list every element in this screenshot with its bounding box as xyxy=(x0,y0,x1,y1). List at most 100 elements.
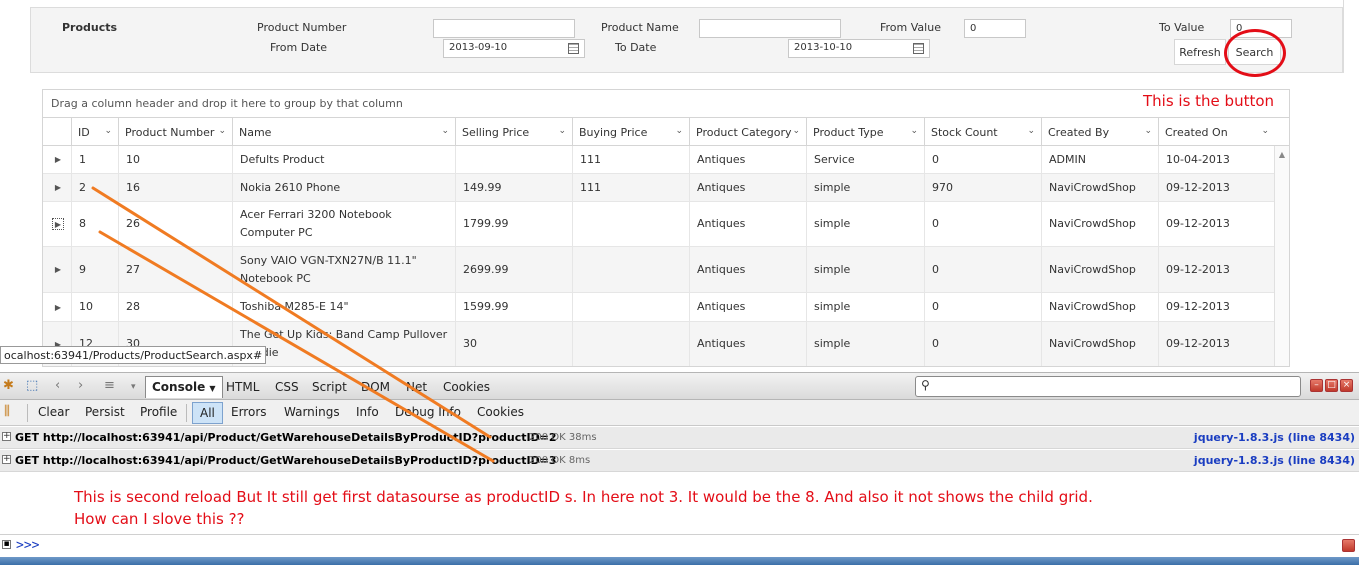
chevron-down-icon[interactable]: ⌄ xyxy=(675,126,683,136)
calendar-icon[interactable] xyxy=(913,43,924,54)
column-header-product-category[interactable]: Product Category ⌄ xyxy=(689,118,806,146)
refresh-button[interactable]: Refresh xyxy=(1174,39,1226,65)
profile-button[interactable]: Profile xyxy=(140,405,177,419)
grid-scrollbar[interactable]: ▲ xyxy=(1274,146,1289,366)
tab-css[interactable]: CSS xyxy=(275,380,299,394)
source-link[interactable]: jquery-1.8.3.js (line 8434) xyxy=(1194,454,1355,467)
chevron-down-icon[interactable]: ⌄ xyxy=(792,126,800,136)
expand-row-icon[interactable]: ▶ xyxy=(53,247,63,292)
cell-text: 0 xyxy=(932,300,939,313)
product-name-input[interactable] xyxy=(699,19,841,38)
column-header-product-number[interactable]: Product Number ⌄ xyxy=(118,118,232,146)
chevron-down-icon[interactable]: ⌄ xyxy=(104,126,112,136)
cell-product-type: simple xyxy=(806,174,924,201)
column-header-label: Product Type xyxy=(813,126,884,139)
table-row[interactable]: ▶ 8 26 Acer Ferrari 3200 Notebook Computer … xyxy=(43,202,1275,247)
cell-name: Defults Product xyxy=(232,146,455,173)
console-options-icon[interactable]: ⫼ xyxy=(4,404,10,419)
filter-debug-info[interactable]: Debug Info xyxy=(395,405,461,419)
cell-text: Antiques xyxy=(697,300,746,313)
filter-cookies[interactable]: Cookies xyxy=(477,405,524,419)
annotation-line-2: How can I slove this ?? xyxy=(74,510,245,528)
column-header-created-by[interactable]: Created By ⌄ xyxy=(1041,118,1158,146)
cell-text: 0 xyxy=(932,337,939,350)
back-icon[interactable]: ‹ xyxy=(55,378,60,393)
forward-icon[interactable]: › xyxy=(78,378,83,393)
chevron-down-icon[interactable]: ⌄ xyxy=(1144,126,1152,136)
from-value-input[interactable] xyxy=(964,19,1026,38)
expand-icon[interactable]: + xyxy=(2,455,11,464)
group-drop-area[interactable]: Drag a column header and drop it here to… xyxy=(43,90,1289,118)
column-header-created-on[interactable]: Created On ⌄ xyxy=(1158,118,1275,146)
firebug-icon[interactable]: ✱ xyxy=(3,378,14,393)
close-icon[interactable] xyxy=(1342,539,1355,552)
persist-button[interactable]: Persist xyxy=(85,405,125,419)
request-url[interactable]: GET http://localhost:63941/api/Product/G… xyxy=(15,454,557,467)
dropdown-icon[interactable]: ▾ xyxy=(131,382,136,392)
detach-icon[interactable]: □ xyxy=(1325,379,1338,392)
console-log-row[interactable]: + GET http://localhost:63941/api/Product/… xyxy=(0,450,1359,472)
table-row[interactable]: ▶ 1 10 Defults Product 111 Antiques Service 0 AD… xyxy=(43,146,1275,174)
tab-net[interactable]: Net xyxy=(406,380,427,394)
from-date-picker[interactable]: 2013-09-10 xyxy=(443,39,585,58)
chevron-down-icon[interactable]: ⌄ xyxy=(1027,126,1035,136)
command-line[interactable]: ▪ >>> xyxy=(0,534,1359,556)
clear-button[interactable]: Clear xyxy=(38,405,69,419)
expand-row-icon[interactable]: ▶ xyxy=(52,218,64,230)
chevron-down-icon[interactable]: ⌄ xyxy=(441,126,449,136)
column-header-product-type[interactable]: Product Type ⌄ xyxy=(806,118,924,146)
cell-stock-count: 0 xyxy=(924,202,1041,246)
cell-selling-price: 30 xyxy=(455,322,572,366)
table-row[interactable]: ▶ 9 27 Sony VAIO VGN-TXN27N/B 11.1" Noteboo… xyxy=(43,247,1275,293)
cell-created-on: 09-12-2013 xyxy=(1158,247,1275,292)
cell-stock-count: 0 xyxy=(924,293,1041,321)
tab-script[interactable]: Script xyxy=(312,380,347,394)
minimize-icon[interactable]: – xyxy=(1310,379,1323,392)
toolbar-divider xyxy=(27,404,28,422)
expand-row-icon[interactable]: ▶ xyxy=(53,293,63,321)
chevron-down-icon[interactable]: ⌄ xyxy=(218,126,226,136)
tab-dom[interactable]: DOM xyxy=(361,380,390,394)
column-header-name[interactable]: Name ⌄ xyxy=(232,118,455,146)
column-header-id[interactable]: ID ⌄ xyxy=(71,118,118,146)
source-link[interactable]: jquery-1.8.3.js (line 8434) xyxy=(1194,431,1355,444)
tab-html[interactable]: HTML xyxy=(226,380,259,394)
chevron-down-icon[interactable]: ⌄ xyxy=(1261,126,1269,136)
console-log-row[interactable]: + GET http://localhost:63941/api/Product/… xyxy=(0,427,1359,449)
product-number-input[interactable] xyxy=(433,19,575,38)
cell-text: 10 xyxy=(126,152,140,166)
filter-errors[interactable]: Errors xyxy=(231,405,267,419)
expand-icon[interactable]: + xyxy=(2,432,11,441)
expand-row-icon[interactable]: ▶ xyxy=(53,174,63,201)
close-icon[interactable]: × xyxy=(1340,379,1353,392)
chevron-down-icon[interactable]: ⌄ xyxy=(910,126,918,136)
from-date-value: 2013-09-10 xyxy=(449,42,508,53)
filter-all[interactable]: All xyxy=(192,402,223,424)
column-header-selling-price[interactable]: Selling Price ⌄ xyxy=(455,118,572,146)
cell-product-category: Antiques xyxy=(689,146,806,173)
inspect-icon[interactable]: ⬚ xyxy=(26,378,38,393)
request-url[interactable]: GET http://localhost:63941/api/Product/G… xyxy=(15,431,557,444)
filter-info[interactable]: Info xyxy=(356,405,379,419)
expand-row-icon[interactable]: ▶ xyxy=(53,146,63,173)
to-date-picker[interactable]: 2013-10-10 xyxy=(788,39,930,58)
filter-warnings[interactable]: Warnings xyxy=(284,405,340,419)
from-value-label: From Value xyxy=(880,21,941,34)
expand-icon[interactable]: ▪ xyxy=(2,540,11,549)
cell-text: 0 xyxy=(932,217,939,230)
table-row[interactable]: ▶ 2 16 Nokia 2610 Phone 149.99 111 Antiques sim… xyxy=(43,174,1275,202)
firebug-search-input[interactable]: ⚲ xyxy=(915,376,1301,397)
cell-text: NaviCrowdShop xyxy=(1049,300,1136,313)
cell-text: 27 xyxy=(126,262,140,276)
calendar-icon[interactable] xyxy=(568,43,579,54)
column-header-buying-price[interactable]: Buying Price ⌄ xyxy=(572,118,689,146)
column-header-stock-count[interactable]: Stock Count ⌄ xyxy=(924,118,1041,146)
page-scrollbar[interactable] xyxy=(1343,0,1359,73)
table-row[interactable]: ▶ 10 28 Toshiba M285-E 14" 1599.99 Antiques si… xyxy=(43,293,1275,322)
scroll-up-icon[interactable]: ▲ xyxy=(1275,150,1289,159)
chevron-down-icon[interactable]: ⌄ xyxy=(558,126,566,136)
tab-console[interactable]: Console ▼ xyxy=(145,376,223,398)
tab-cookies[interactable]: Cookies xyxy=(443,380,490,394)
column-header-label: Stock Count xyxy=(931,126,998,139)
menu-icon[interactable]: ≡ xyxy=(104,378,115,393)
